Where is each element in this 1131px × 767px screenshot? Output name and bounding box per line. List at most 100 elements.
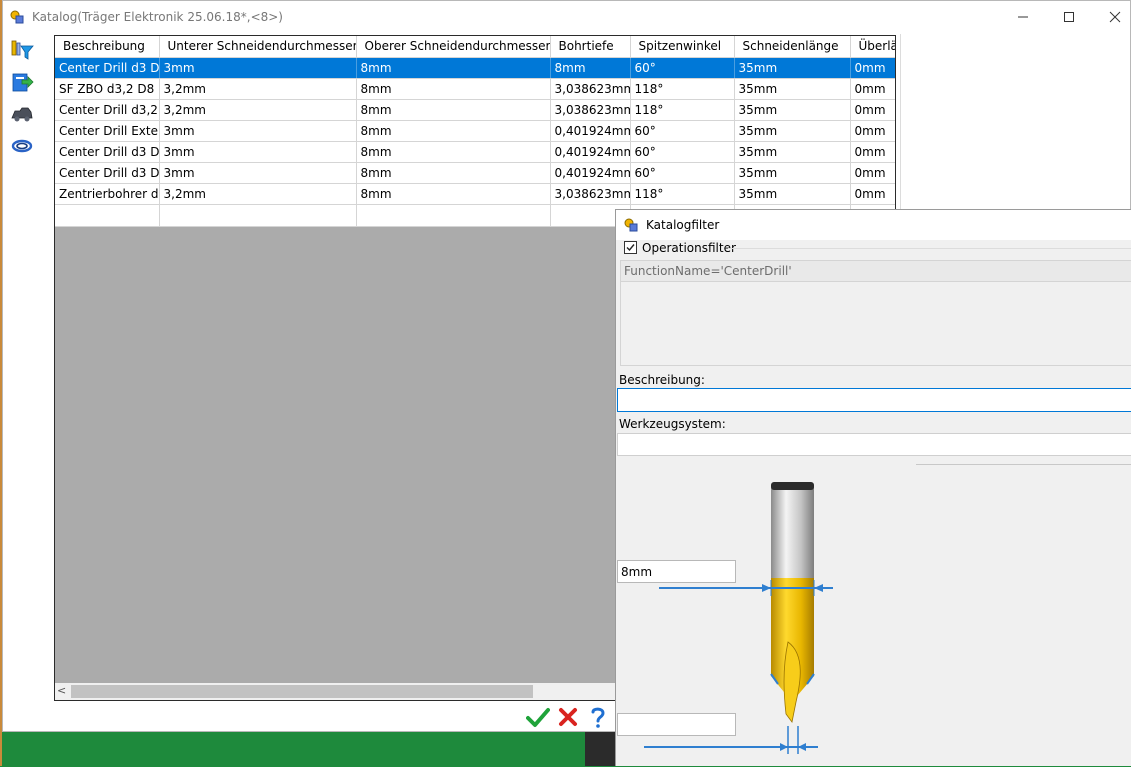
table-row[interactable]: Center Drill d3 D... 3mm 8mm 0,401924mm … (55, 141, 895, 163)
filter-icon (11, 40, 34, 60)
table-cell: 3,038623mm (550, 78, 631, 100)
table-cell: SF ZBO d3,2 D8 (55, 78, 160, 100)
table-cell: 8mm (550, 57, 631, 79)
table-cell: 60° (630, 120, 735, 142)
maximize-button[interactable] (1046, 1, 1092, 33)
table-row[interactable]: Center Drill d3,2 ... 3,2mm 8mm 3,038623… (55, 99, 895, 121)
table-cell: 60° (630, 162, 735, 184)
table-cell: 8mm (356, 141, 551, 163)
column-header[interactable]: Oberer Schneidendurchmesser (356, 36, 551, 58)
minimize-icon (1018, 16, 1028, 18)
tool-system-label: Werkzeugsystem: (619, 417, 726, 431)
table-cell: Center Drill d3,2 ... (55, 99, 160, 121)
table-cell: 3mm (159, 57, 357, 79)
filter-expression-area[interactable] (620, 282, 1131, 366)
table-row[interactable]: SF ZBO d3,2 D8 3,2mm 8mm 3,038623mm 118°… (55, 78, 895, 100)
table-cell: 0mm (850, 162, 895, 184)
column-header[interactable]: Schneidenlänge (734, 36, 851, 58)
checkmark-icon (626, 244, 635, 252)
drill-shank (771, 482, 814, 578)
table-cell: 3,2mm (159, 78, 357, 100)
operations-filter-checkbox[interactable] (624, 241, 637, 254)
minimize-button[interactable] (1000, 1, 1046, 33)
cycle-tool-button[interactable] (9, 133, 35, 159)
operations-filter-label[interactable]: Operationsfilter (642, 241, 736, 255)
table-cell: 8mm (356, 183, 551, 205)
table-cell: 35mm (734, 57, 851, 79)
ok-button[interactable] (526, 705, 550, 729)
table-cell: 8mm (356, 120, 551, 142)
table-row[interactable]: Zentrierbohrer d... 3,2mm 8mm 3,038623mm… (55, 183, 895, 205)
export-icon (12, 73, 34, 92)
table-cell: 8mm (356, 162, 551, 184)
table-cell: 8mm (356, 78, 551, 100)
table-cell: 118° (630, 183, 735, 205)
x-icon (559, 708, 577, 726)
filter-window-title: Katalogfilter (646, 218, 720, 232)
table-cell: 0mm (850, 183, 895, 205)
scroll-left-arrow-icon[interactable]: < (57, 684, 69, 699)
cancel-button[interactable] (556, 705, 580, 729)
filter-tool-button[interactable] (9, 37, 35, 63)
column-header[interactable]: Überlä (850, 36, 895, 58)
table-cell: 35mm (734, 120, 851, 142)
table-cell: 35mm (734, 183, 851, 205)
tool-system-select[interactable] (617, 433, 1131, 456)
table-cell: 0,401924mm (550, 162, 631, 184)
table-cell: Zentrierbohrer d... (55, 183, 160, 205)
checkmark-icon (526, 708, 550, 727)
upper-diameter-input[interactable] (617, 560, 736, 583)
question-icon (591, 707, 605, 728)
title-bar[interactable]: Katalog(Träger Elektronik 25.06.18*,<8>) (3, 1, 1130, 33)
column-header[interactable]: Unterer Schneidendurchmesser (159, 36, 357, 58)
table-cell (55, 204, 160, 227)
arrow-icon (780, 743, 788, 751)
table-cell: Center Drill d3 D... (55, 141, 160, 163)
table-cell: 35mm (734, 162, 851, 184)
close-button[interactable] (1092, 1, 1131, 33)
export-tool-button[interactable] (9, 69, 35, 95)
column-header[interactable]: Bohrtiefe (550, 36, 631, 58)
table-cell (159, 204, 357, 227)
group-divider (728, 248, 1131, 249)
table-row[interactable]: Center Drill Exte... 3mm 8mm 0,401924mm … (55, 120, 895, 142)
table-cell: Center Drill Exte... (55, 120, 160, 142)
table-cell: 3mm (159, 162, 357, 184)
help-button[interactable] (586, 705, 610, 729)
table-cell: 0mm (850, 99, 895, 121)
table-cell: 0mm (850, 120, 895, 142)
table-cell: 3,2mm (159, 183, 357, 205)
table-cell: 3mm (159, 141, 357, 163)
table-row[interactable]: Center Drill d3 D... 3mm 8mm 8mm 60° 35m… (55, 57, 895, 79)
table-row[interactable]: Center Drill d3 D8 3mm 8mm 0,401924mm 60… (55, 162, 895, 184)
close-icon (1109, 11, 1121, 23)
table-cell: 0,401924mm (550, 141, 631, 163)
panel-divider (900, 34, 901, 212)
column-header[interactable]: Beschreibung (55, 36, 160, 58)
arrow-icon (798, 743, 806, 751)
table-cell: Center Drill d3 D8 (55, 162, 160, 184)
lower-diameter-input[interactable] (617, 713, 736, 736)
desktop-background-shadow (585, 730, 617, 766)
table-cell: 60° (630, 57, 735, 79)
arrow-icon (814, 584, 823, 592)
filter-expression-field[interactable]: FunctionName='CenterDrill' (620, 260, 1131, 282)
section-divider (916, 464, 1131, 465)
table-cell: 3mm (159, 120, 357, 142)
app-icon (9, 9, 25, 25)
machine-icon (11, 107, 33, 122)
filter-title-bar[interactable]: Katalogfilter (616, 210, 1131, 240)
table-header-row: Beschreibung Unterer Schneidendurchmesse… (55, 36, 895, 58)
table-cell: 8mm (356, 99, 551, 121)
table-cell: 0mm (850, 78, 895, 100)
catalog-filter-window: Katalogfilter Operationsfilter FunctionN… (615, 209, 1131, 766)
machine-tool-button[interactable] (9, 101, 35, 127)
column-header[interactable]: Spitzenwinkel (630, 36, 735, 58)
scrollbar-thumb[interactable] (71, 685, 533, 698)
table-cell: 3,038623mm (550, 99, 631, 121)
description-input[interactable] (617, 388, 1131, 412)
table-cell: 3,2mm (159, 99, 357, 121)
table-cell: 60° (630, 141, 735, 163)
table-cell: 3,038623mm (550, 183, 631, 205)
table-cell: 35mm (734, 99, 851, 121)
